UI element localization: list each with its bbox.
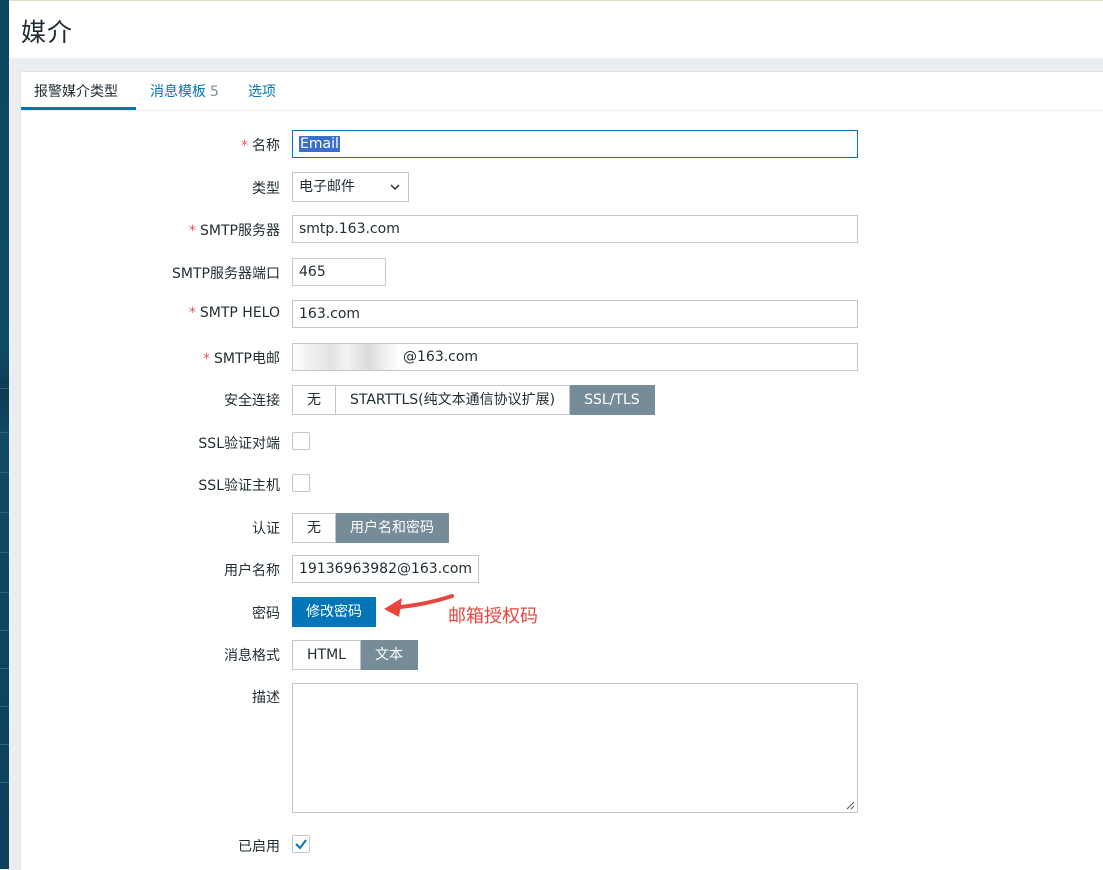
name-value: Email <box>299 136 340 152</box>
type-select[interactable]: 电子邮件 <box>292 172 409 202</box>
active-tab-indicator <box>21 107 136 110</box>
ssl-verify-peer-label: SSL验证对端 <box>198 436 280 452</box>
name-input[interactable]: Email <box>292 130 858 158</box>
security-label: 安全连接 <box>224 393 280 409</box>
enabled-checkbox[interactable] <box>292 835 310 853</box>
smtp-email-label: * SMTP电邮 <box>203 351 280 367</box>
sidebar-edge <box>0 0 9 869</box>
name-label: * 名称 <box>241 138 280 154</box>
security-option-ssl-tls[interactable]: SSL/TLS <box>570 385 655 415</box>
format-option-html[interactable]: HTML <box>292 640 361 670</box>
enabled-label: 已启用 <box>238 839 280 855</box>
annotation-note: 邮箱授权码 <box>448 606 538 627</box>
redacted-blur <box>293 344 401 370</box>
smtp-email-value: @163.com <box>403 349 479 365</box>
message-format-label: 消息格式 <box>224 648 280 664</box>
required-marker: * <box>188 305 196 321</box>
password-label: 密码 <box>252 606 280 622</box>
ssl-verify-host-label: SSL验证主机 <box>198 478 280 494</box>
tab-message-templates[interactable]: 消息模板 5 <box>150 81 219 101</box>
ssl-verify-peer-checkbox[interactable] <box>292 432 310 450</box>
required-marker: * <box>241 138 248 154</box>
page-header: 媒介 <box>9 0 1103 58</box>
username-label: 用户名称 <box>224 563 280 579</box>
required-marker: * <box>203 351 211 367</box>
security-option-none[interactable]: 无 <box>292 385 336 415</box>
smtp-email-input[interactable]: @163.com <box>292 343 858 371</box>
smtp-server-label: * SMTP服务器 <box>189 223 280 239</box>
auth-option-none[interactable]: 无 <box>292 513 336 543</box>
auth-label: 认证 <box>252 521 280 537</box>
chevron-down-icon <box>390 184 400 190</box>
format-option-text[interactable]: 文本 <box>360 640 418 670</box>
tab-bar: 报警媒介类型 消息模板 5 选项 <box>21 72 1103 111</box>
description-label: 描述 <box>252 690 280 706</box>
checkmark-icon <box>295 839 307 850</box>
security-segmented: 无 STARTTLS(纯文本通信协议扩展) SSL/TLS <box>292 385 655 415</box>
media-type-form-card: 报警媒介类型 消息模板 5 选项 * 名称 Email 类型 电子邮件 * SMTP服… <box>20 71 1103 870</box>
ssl-verify-host-checkbox[interactable] <box>292 474 310 492</box>
resize-grip-icon[interactable] <box>846 801 855 810</box>
smtp-helo-label: * SMTP HELO <box>188 305 280 321</box>
security-option-starttls[interactable]: STARTTLS(纯文本通信协议扩展) <box>336 385 571 415</box>
required-marker: * <box>189 223 197 239</box>
auth-segmented: 无 用户名和密码 <box>292 513 449 543</box>
username-input[interactable]: 19136963982@163.com <box>292 555 479 583</box>
smtp-port-input[interactable]: 465 <box>292 258 386 286</box>
smtp-helo-input[interactable]: 163.com <box>292 300 858 328</box>
change-password-button[interactable]: 修改密码 <box>292 597 376 627</box>
smtp-port-label: SMTP服务器端口 <box>172 266 280 282</box>
tab-message-templates-label: 消息模板 <box>150 84 206 100</box>
type-label: 类型 <box>252 181 280 197</box>
page-title: 媒介 <box>21 18 74 47</box>
tab-count-badge: 5 <box>210 84 219 100</box>
tab-media-type[interactable]: 报警媒介类型 <box>34 81 118 101</box>
description-textarea[interactable] <box>292 683 858 813</box>
smtp-server-input[interactable]: smtp.163.com <box>292 215 858 243</box>
tab-options[interactable]: 选项 <box>248 81 276 101</box>
auth-option-username-password[interactable]: 用户名和密码 <box>336 513 449 543</box>
type-select-value: 电子邮件 <box>299 179 355 195</box>
message-format-segmented: HTML 文本 <box>292 640 418 670</box>
